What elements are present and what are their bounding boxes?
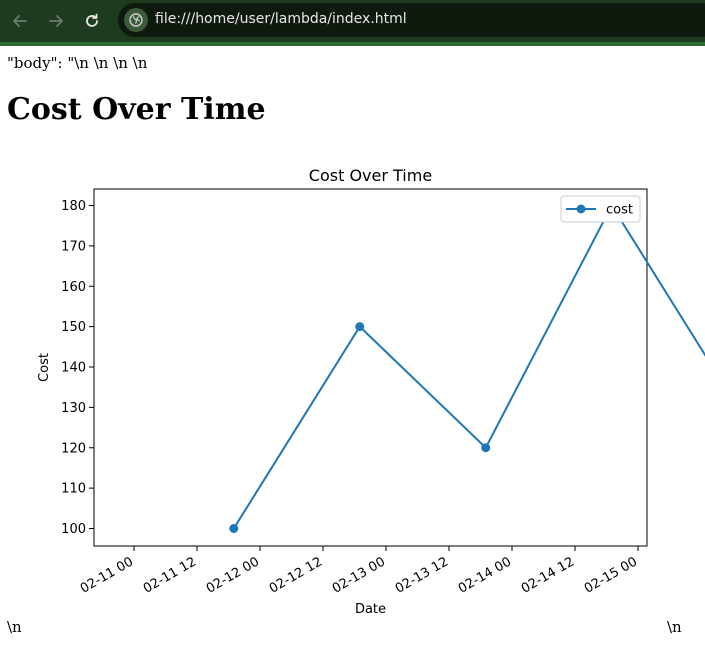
plot-frame xyxy=(93,188,648,547)
y-tick-label: 150 xyxy=(61,320,86,335)
x-tick-label: 02-13 00 xyxy=(330,554,388,596)
x-axis-label: Date xyxy=(355,602,386,617)
arrow-right-icon xyxy=(49,15,63,27)
x-tick-label: 02-14 12 xyxy=(519,554,577,596)
y-tick-label: 100 xyxy=(61,522,86,537)
back-button[interactable] xyxy=(8,9,32,33)
chart-container: Cost Over Time 100 110 120 130 140 150 160 170 18… xyxy=(0,160,705,620)
data-point xyxy=(355,322,365,332)
browser-toolbar: file:///home/user/lambda/index.html xyxy=(0,0,705,46)
data-point xyxy=(481,443,491,453)
address-bar[interactable]: file:///home/user/lambda/index.html xyxy=(118,3,705,37)
footer-text-right: \n xyxy=(667,618,682,636)
reload-icon xyxy=(86,13,98,27)
page-title: Cost Over Time xyxy=(7,92,266,127)
chart-title: Cost Over Time xyxy=(309,166,432,185)
y-tick-label: 170 xyxy=(61,239,86,254)
y-tick-label: 140 xyxy=(61,361,86,376)
y-tick-label: 130 xyxy=(61,401,86,416)
site-info-icon[interactable] xyxy=(124,8,148,32)
y-tick-label: 110 xyxy=(61,482,86,497)
y-tick-label: 160 xyxy=(61,280,86,295)
x-tick-label: 02-12 00 xyxy=(204,554,262,596)
y-axis-label: Cost xyxy=(37,353,52,382)
legend-label: cost xyxy=(606,203,633,218)
reload-button[interactable] xyxy=(80,9,104,33)
forward-button[interactable] xyxy=(44,9,68,33)
x-tick-label: 02-11 12 xyxy=(141,554,199,596)
x-tick-label: 02-11 00 xyxy=(78,554,136,596)
y-tick-label: 120 xyxy=(61,441,86,456)
data-point xyxy=(229,524,239,533)
series-line-cost xyxy=(232,203,705,530)
y-tick-label: 180 xyxy=(61,199,86,214)
x-tick-label: 02-13 12 xyxy=(393,554,451,596)
url-text[interactable]: file:///home/user/lambda/index.html xyxy=(155,11,407,27)
x-tick-label: 02-15 00 xyxy=(582,554,640,596)
footer-text-left: \n xyxy=(7,618,22,636)
arrow-left-icon xyxy=(13,15,27,27)
cost-line-chart: Cost Over Time 100 110 120 130 140 150 160 170 18… xyxy=(37,166,705,617)
globe-icon xyxy=(129,13,143,27)
x-tick-label: 02-14 00 xyxy=(456,554,514,596)
legend-marker xyxy=(576,204,586,214)
x-tick-label: 02-12 12 xyxy=(267,554,325,596)
body-text: "body": "\n \n \n \n xyxy=(7,54,148,72)
